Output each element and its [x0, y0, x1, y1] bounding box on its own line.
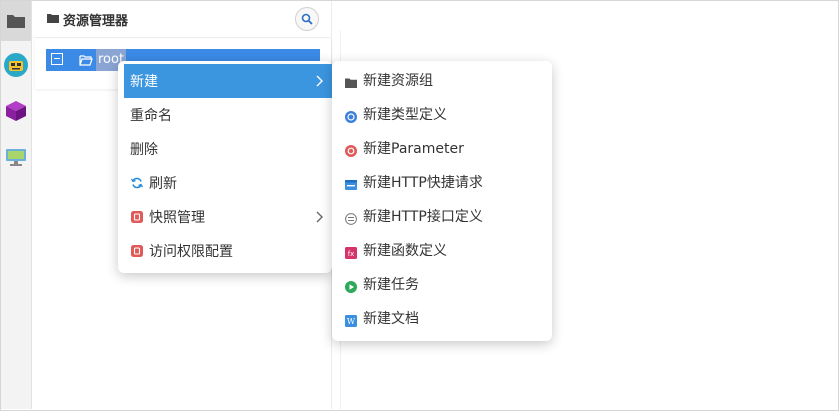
menu-item-label: 刷新 — [149, 176, 177, 192]
chevron-right-icon — [316, 211, 323, 223]
parameter-icon — [345, 145, 357, 157]
activity-bot[interactable] — [1, 45, 31, 85]
new-submenu: 新建资源组 新建类型定义 新建Parameter 新建HTTP快捷请求 新建HT… — [332, 61, 552, 341]
submenu-item-new-parameter[interactable]: 新建Parameter — [332, 132, 552, 166]
svg-text:fx: fx — [348, 250, 355, 258]
editor-tabstrip — [332, 1, 837, 30]
refresh-icon — [131, 177, 143, 189]
bot-avatar-icon — [4, 53, 28, 77]
submenu-item-label: 新建类型定义 — [363, 107, 447, 123]
activity-monitor[interactable] — [1, 137, 31, 177]
submenu-item-label: 新建Parameter — [363, 141, 464, 157]
submenu-item-label: 新建函数定义 — [363, 243, 447, 259]
context-menu: 新建 重命名 删除 刷新 快照管理 访问权限配置 — [118, 61, 332, 273]
menu-item-label: 快照管理 — [149, 210, 205, 226]
menu-item-refresh[interactable]: 刷新 — [124, 166, 332, 200]
http-request-icon — [345, 180, 357, 190]
collapse-toggle[interactable] — [51, 53, 63, 65]
type-definition-icon — [345, 111, 357, 123]
activity-bar — [1, 1, 32, 409]
submenu-item-new-http-interface[interactable]: 新建HTTP接口定义 — [332, 200, 552, 234]
submenu-item-label: 新建HTTP快捷请求 — [363, 175, 483, 191]
submenu-item-label: 新建任务 — [363, 277, 419, 293]
package-box-icon — [6, 101, 26, 121]
function-icon: fx — [345, 247, 357, 259]
svg-text:W: W — [347, 317, 356, 326]
folder-icon — [47, 14, 59, 23]
folder-icon — [7, 15, 25, 28]
menu-item-delete[interactable]: 删除 — [124, 132, 332, 166]
http-interface-icon — [345, 213, 357, 225]
submenu-item-new-function[interactable]: fx 新建函数定义 — [332, 234, 552, 268]
task-play-icon — [345, 281, 357, 293]
search-button[interactable] — [295, 7, 319, 31]
submenu-item-new-type-definition[interactable]: 新建类型定义 — [332, 98, 552, 132]
menu-item-new[interactable]: 新建 — [124, 64, 332, 98]
menu-item-label: 新建 — [130, 74, 158, 90]
activity-explorer[interactable] — [1, 1, 31, 41]
menu-item-rename[interactable]: 重命名 — [124, 98, 332, 132]
snapshot-icon — [131, 211, 143, 223]
folder-open-icon — [79, 55, 93, 66]
menu-item-label: 访问权限配置 — [149, 244, 233, 260]
menu-item-label: 删除 — [130, 142, 158, 158]
document-icon: W — [345, 315, 357, 327]
search-icon — [301, 13, 313, 25]
permission-icon — [131, 245, 143, 257]
menu-item-label: 重命名 — [130, 108, 172, 124]
menu-item-permissions[interactable]: 访问权限配置 — [124, 234, 332, 268]
folder-icon — [345, 78, 357, 88]
activity-packages[interactable] — [1, 91, 31, 131]
explorer-title: 资源管理器 — [63, 14, 129, 29]
explorer-header: 资源管理器 — [33, 1, 331, 38]
submenu-item-label: 新建HTTP接口定义 — [363, 209, 483, 225]
submenu-item-new-http-request[interactable]: 新建HTTP快捷请求 — [332, 166, 552, 200]
chevron-right-icon — [316, 75, 323, 87]
menu-item-snapshot[interactable]: 快照管理 — [124, 200, 332, 234]
submenu-item-label: 新建资源组 — [363, 73, 433, 89]
submenu-item-label: 新建文档 — [363, 311, 419, 327]
submenu-item-new-task[interactable]: 新建任务 — [332, 268, 552, 302]
submenu-item-new-document[interactable]: W 新建文档 — [332, 302, 552, 336]
submenu-item-new-resource-group[interactable]: 新建资源组 — [332, 64, 552, 98]
monitor-icon — [6, 149, 26, 166]
